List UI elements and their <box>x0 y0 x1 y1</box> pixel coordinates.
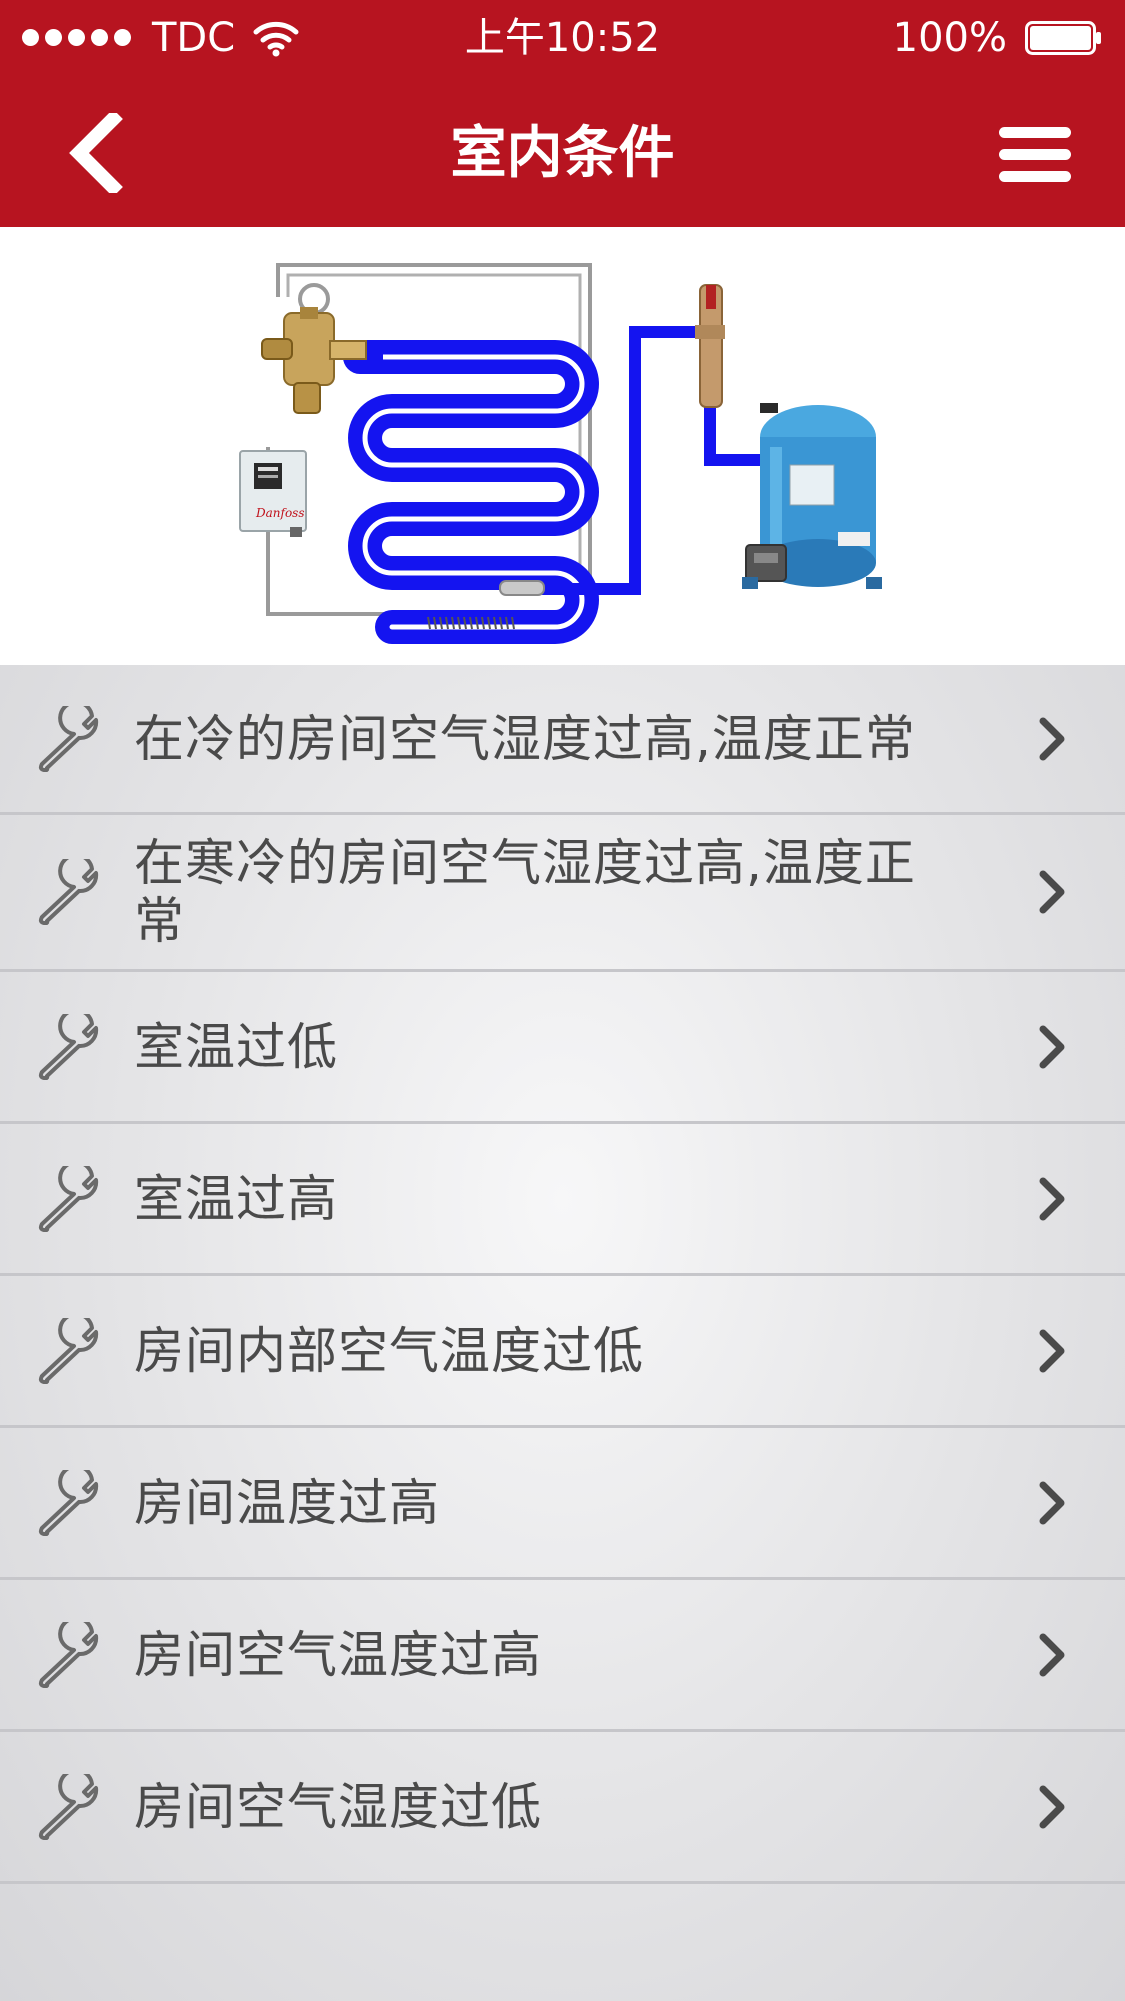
list-item[interactable]: 在寒冷的房间空气湿度过高,温度正常 <box>0 815 1125 972</box>
battery-percentage: 100% <box>892 15 1007 61</box>
hamburger-menu-icon <box>999 127 1071 182</box>
chevron-right-icon <box>1039 870 1065 914</box>
wrench-icon <box>38 1013 99 1080</box>
chevron-right-icon <box>1039 1481 1065 1524</box>
list-item-label: 房间内部空气温度过低 <box>134 1321 644 1380</box>
refrigeration-system-illustration: Danfoss <box>239 263 882 644</box>
navigation-bar: 室内条件 <box>0 80 1125 227</box>
list-item-label: 室温过高 <box>134 1169 338 1228</box>
list-item[interactable]: 房间空气湿度过低 <box>0 1732 1125 1884</box>
chevron-right-icon <box>1039 1025 1065 1068</box>
chevron-right-icon <box>1039 1785 1065 1828</box>
list-item[interactable]: 房间温度过高 <box>0 1428 1125 1580</box>
list-item[interactable]: 室温过低 <box>0 972 1125 1124</box>
list-item-label: 室温过低 <box>134 1017 338 1076</box>
wrench-icon <box>38 859 99 925</box>
status-bar: TDC 上午10:52 100% <box>0 0 1125 80</box>
list-item-label: 房间空气温度过高 <box>134 1625 542 1684</box>
wrench-icon <box>38 705 99 772</box>
list-item[interactable]: 房间内部空气温度过低 <box>0 1276 1125 1428</box>
chevron-right-icon <box>1039 1633 1065 1676</box>
wrench-icon <box>38 1469 99 1536</box>
chevron-right-icon <box>1039 717 1065 760</box>
chevron-right-icon <box>1039 1329 1065 1372</box>
list-item-label: 在冷的房间空气湿度过高,温度正常 <box>134 709 916 768</box>
page-title: 室内条件 <box>450 121 675 186</box>
list-item-label: 房间温度过高 <box>134 1473 440 1532</box>
wrench-icon <box>38 1317 99 1384</box>
list-item[interactable]: 在冷的房间空气湿度过高,温度正常 <box>0 665 1125 815</box>
refrigeration-diagram: Danfoss <box>0 227 1125 665</box>
menu-button[interactable] <box>985 105 1085 205</box>
wrench-icon <box>38 1621 99 1688</box>
list-item-label: 房间空气湿度过低 <box>134 1777 542 1836</box>
wrench-icon <box>38 1165 99 1232</box>
chevron-right-icon <box>1039 1177 1065 1220</box>
svg-text:Danfoss: Danfoss <box>255 506 305 520</box>
battery-icon <box>1025 21 1101 55</box>
app-header: TDC 上午10:52 100% 室内条件 <box>0 0 1125 227</box>
wrench-icon <box>38 1773 99 1840</box>
condition-list: 在冷的房间空气湿度过高,温度正常 在寒冷的房间空气湿度过高,温度正常 室温过低 <box>0 665 1125 2001</box>
list-item[interactable]: 房间空气温度过高 <box>0 1580 1125 1732</box>
list-item-label: 在寒冷的房间空气湿度过高,温度正常 <box>134 834 916 950</box>
list-item[interactable]: 室温过高 <box>0 1124 1125 1276</box>
